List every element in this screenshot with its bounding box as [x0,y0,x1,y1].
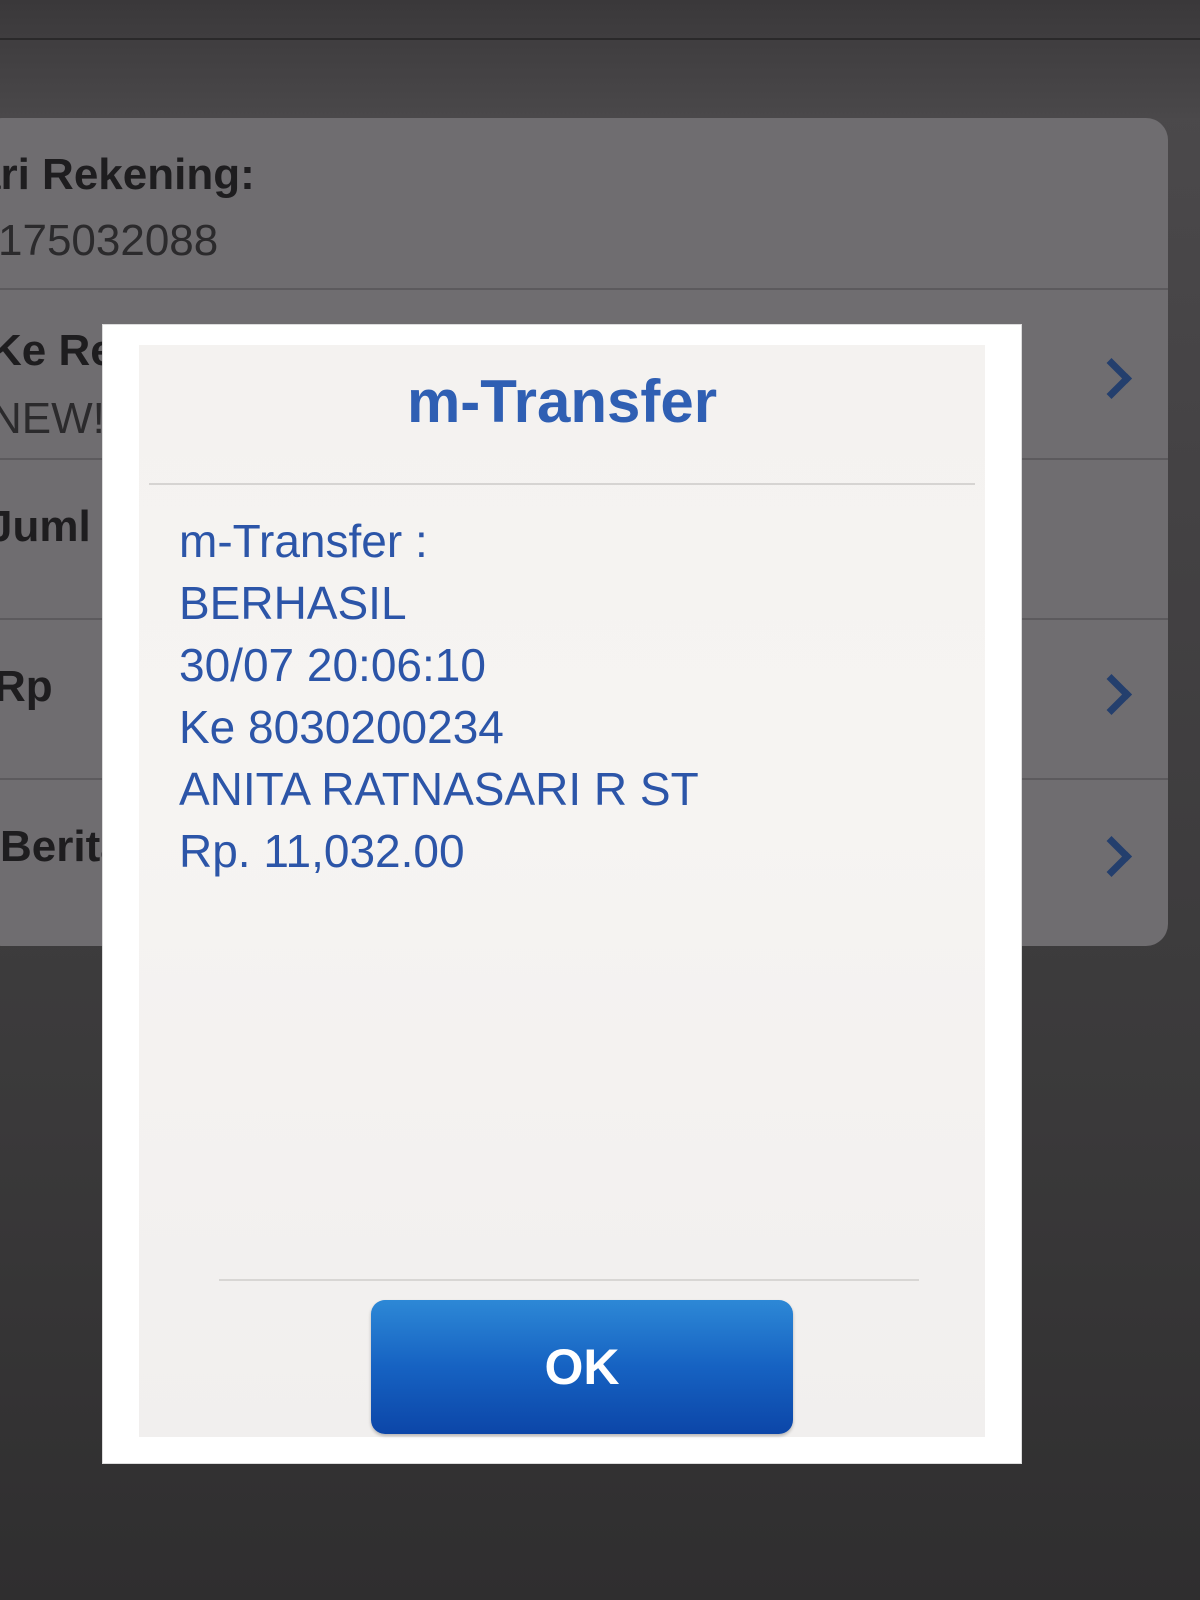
chevron-right-icon[interactable] [1090,357,1133,400]
message-line-service: m-Transfer : [179,515,428,567]
chevron-right-icon[interactable] [1090,835,1133,878]
dialog-body: m-Transfer m-Transfer : BERHASIL 30/07 2… [139,345,985,1437]
message-line-amount: Rp. 11,032.00 [179,825,465,877]
message-line-destination: Ke 8030200234 [179,701,504,753]
title-divider [149,483,975,485]
message-line-recipient: ANITA RATNASARI R ST [179,763,699,815]
currency-label: Rp [0,662,53,711]
message-line-status: BERHASIL [179,577,407,629]
top-bar [0,0,1200,118]
from-account-value: 175032088 [0,216,219,265]
from-account-row[interactable]: ari Rekening: 175032088 [0,118,1168,290]
chevron-right-icon[interactable] [1090,673,1133,716]
m-transfer-dialog: m-Transfer m-Transfer : BERHASIL 30/07 2… [103,325,1021,1463]
from-account-label: ari Rekening: [0,150,255,199]
transfer-result-message: m-Transfer : BERHASIL 30/07 20:06:10 Ke … [179,510,939,882]
message-line-timestamp: 30/07 20:06:10 [179,639,486,691]
dialog-title: m-Transfer [406,368,718,435]
top-bar-divider [0,38,1200,40]
to-account-value: NEW! [0,394,105,443]
amount-label: Juml [0,502,91,551]
ok-button[interactable]: OK [371,1300,793,1434]
to-account-label: Ke Re [0,326,115,375]
button-divider [219,1279,919,1281]
